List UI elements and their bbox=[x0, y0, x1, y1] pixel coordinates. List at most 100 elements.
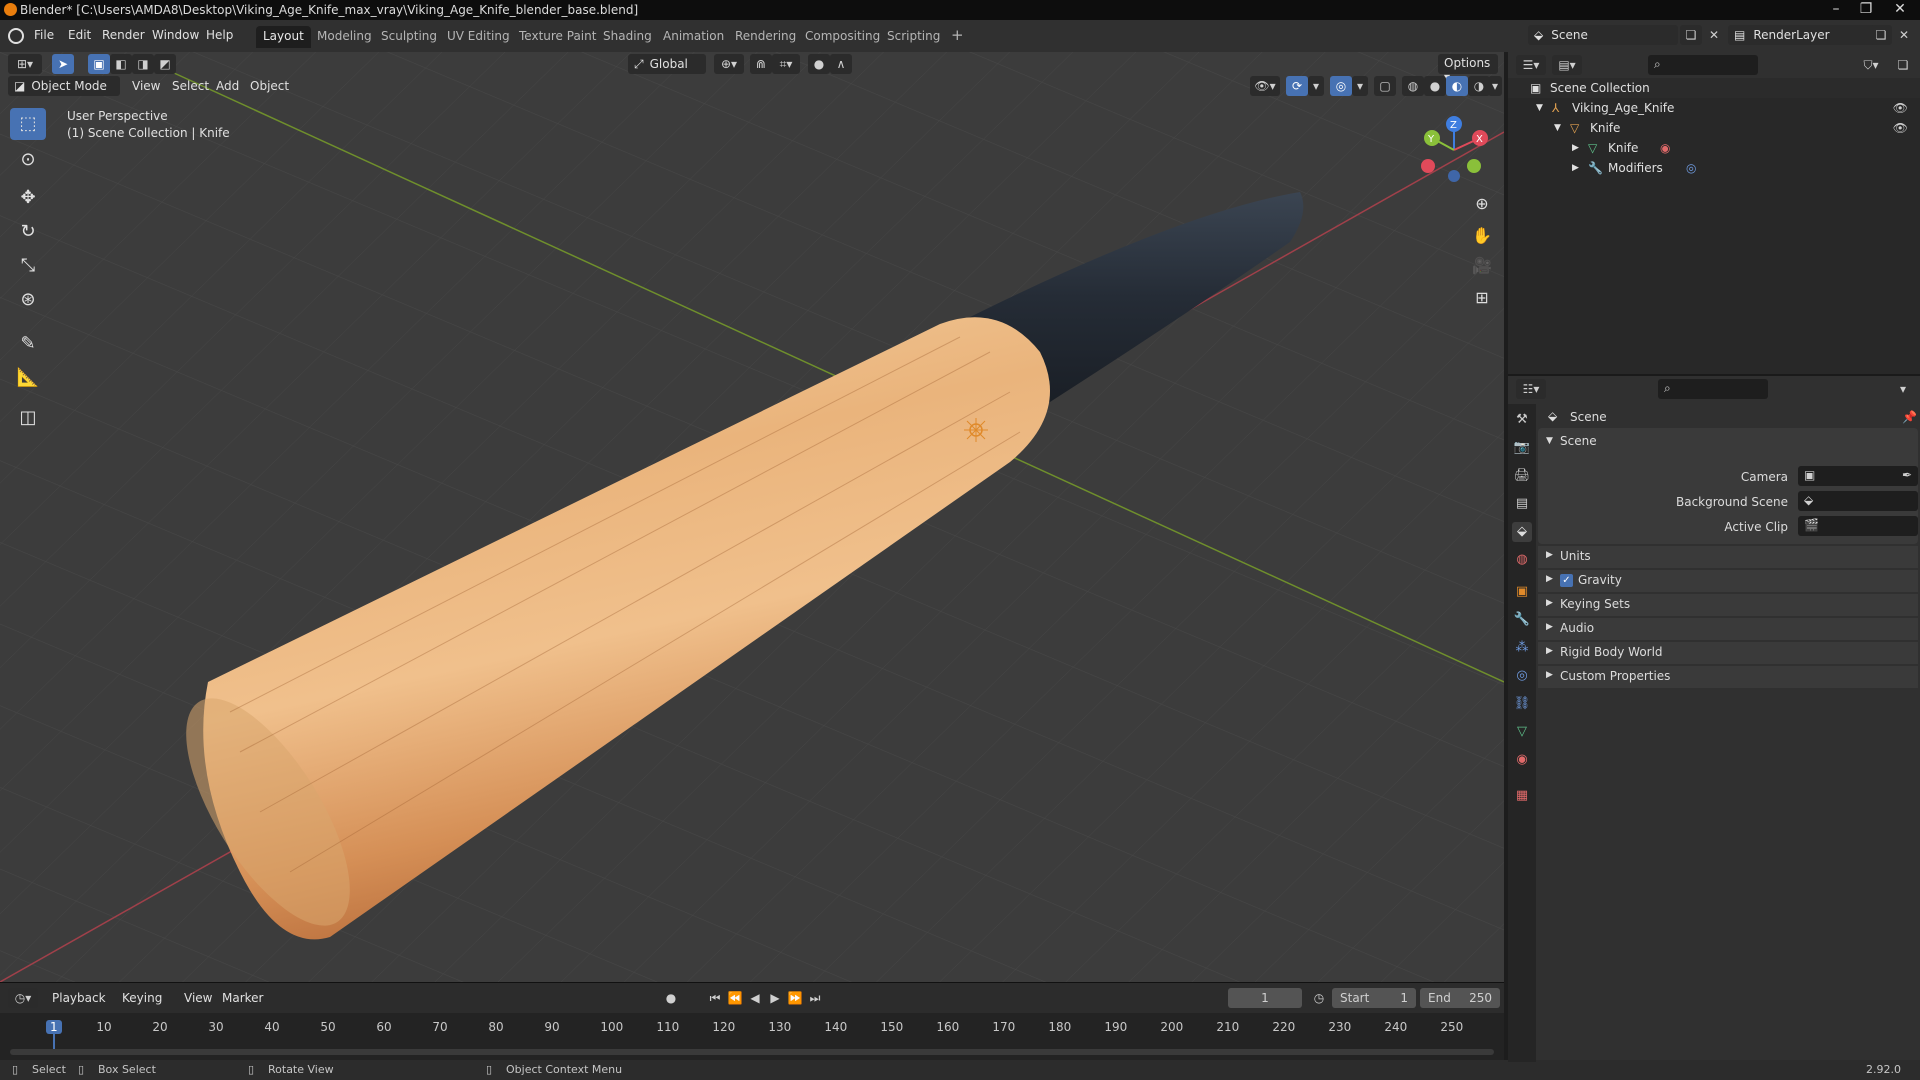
rendered-shading-icon[interactable]: ◑ bbox=[1468, 76, 1490, 96]
viewport-menu-add[interactable]: Add bbox=[216, 79, 239, 93]
panel-expand-icon[interactable]: ▶ bbox=[1546, 598, 1553, 608]
zoom-icon[interactable]: ⊕ bbox=[1468, 190, 1496, 218]
expand-toggle-icon[interactable]: ▼ bbox=[1554, 123, 1561, 133]
viewport-menu-view[interactable]: View bbox=[132, 79, 160, 93]
tool-rotate-icon[interactable]: ↻ bbox=[10, 216, 46, 248]
tab-world-icon[interactable]: ◍ bbox=[1512, 550, 1532, 570]
panel-collapse-icon[interactable]: ▼ bbox=[1546, 436, 1553, 446]
shading-dropdown-icon[interactable]: ▾ bbox=[1488, 76, 1502, 96]
scene-selector[interactable]: ⬙ Scene bbox=[1528, 25, 1678, 45]
tab-layout[interactable]: Layout bbox=[256, 26, 311, 48]
ortho-toggle-icon[interactable]: ⊞ bbox=[1468, 284, 1496, 312]
tab-modifiers-icon[interactable]: 🔧 bbox=[1512, 610, 1532, 630]
tool-scale-icon[interactable]: ⤡ bbox=[10, 250, 46, 282]
panel-expand-icon[interactable]: ▶ bbox=[1546, 622, 1553, 632]
tool-add-cube-icon[interactable]: ◫ bbox=[10, 402, 46, 434]
camera-view-icon[interactable]: 🎥 bbox=[1468, 252, 1496, 280]
properties-search-input[interactable]: ⌕ bbox=[1658, 379, 1768, 399]
eyedropper-icon[interactable]: ✒ bbox=[1902, 468, 1912, 482]
falloff-icon[interactable]: ∧ bbox=[830, 54, 852, 74]
viewport-menu-select[interactable]: Select bbox=[172, 79, 209, 93]
panel-expand-icon[interactable]: ▶ bbox=[1546, 574, 1553, 584]
display-mode-icon[interactable]: ▤▾ bbox=[1552, 55, 1582, 75]
outliner-row-viking-age-knife[interactable]: ▼ ⅄ Viking_Age_Knife 👁 bbox=[1508, 98, 1920, 118]
overlay-dropdown-icon[interactable]: ▾ bbox=[1352, 76, 1368, 96]
panel-expand-icon[interactable]: ▶ bbox=[1546, 550, 1553, 560]
timeline-editor[interactable]: ◷▾ Playback Keying View Marker ● ⏮ ⏪ ◀ ▶… bbox=[0, 982, 1504, 1060]
gizmo-toggle-icon[interactable]: ⟳ bbox=[1286, 76, 1308, 96]
tab-compositing[interactable]: Compositing bbox=[798, 26, 887, 48]
tab-scripting[interactable]: Scripting bbox=[880, 26, 947, 48]
tab-tool-icon[interactable]: ⚒ bbox=[1512, 410, 1532, 430]
solid-shading-icon[interactable]: ● bbox=[1424, 76, 1446, 96]
new-view-layer-icon[interactable]: ❏ bbox=[1870, 25, 1892, 45]
menu-edit[interactable]: Edit bbox=[68, 28, 91, 42]
tab-animation[interactable]: Animation bbox=[656, 26, 731, 48]
outliner-editor[interactable]: ☰▾ ▤▾ ⌕ ⛉▾ ❏ ▣ Scene Collection ▼ ⅄ Viki… bbox=[1508, 52, 1920, 374]
gizmo-dropdown-icon[interactable]: ▾ bbox=[1308, 76, 1324, 96]
rigid-body-world-panel[interactable]: ▶ Rigid Body World bbox=[1538, 642, 1918, 664]
panel-expand-icon[interactable]: ▶ bbox=[1546, 670, 1553, 680]
visibility-filter-icon[interactable]: 👁▾ bbox=[1250, 76, 1280, 96]
snap-icon[interactable]: ⋒ bbox=[750, 54, 772, 74]
tab-data-icon[interactable]: ▽ bbox=[1512, 722, 1532, 742]
tool-cursor-icon[interactable]: ⊙ bbox=[10, 144, 46, 176]
new-collection-icon[interactable]: ❏ bbox=[1892, 55, 1914, 75]
pin-icon[interactable]: 📌 bbox=[1902, 410, 1917, 424]
editor-type-icon[interactable]: ⊞▾ bbox=[8, 54, 42, 74]
delete-scene-icon[interactable]: ✕ bbox=[1703, 25, 1725, 45]
audio-panel[interactable]: ▶ Audio bbox=[1538, 618, 1918, 640]
blender-menu-icon[interactable] bbox=[8, 28, 24, 44]
delete-view-layer-icon[interactable]: ✕ bbox=[1893, 25, 1915, 45]
tab-rendering[interactable]: Rendering bbox=[728, 26, 803, 48]
playhead-frame-label[interactable]: 1 bbox=[46, 1020, 62, 1034]
restore-button[interactable]: ❐ bbox=[1852, 0, 1880, 18]
tool-move-icon[interactable]: ✥ bbox=[10, 182, 46, 214]
expand-toggle-icon[interactable]: ▼ bbox=[1536, 103, 1543, 113]
view-layer-selector[interactable]: ▤ RenderLayer bbox=[1728, 25, 1878, 45]
menu-render[interactable]: Render bbox=[102, 28, 145, 42]
tab-physics-icon[interactable]: ◎ bbox=[1512, 666, 1532, 686]
tab-output-icon[interactable]: 🖨 bbox=[1512, 466, 1532, 486]
panel-expand-icon[interactable]: ▶ bbox=[1546, 646, 1553, 656]
menu-window[interactable]: Window bbox=[152, 28, 199, 42]
overlay-toggle-icon[interactable]: ◎ bbox=[1330, 76, 1352, 96]
outliner-filter-icon[interactable]: ⛉▾ bbox=[1856, 55, 1886, 75]
3d-viewport[interactable]: ⊞▾ ➤ ▣ ◧ ◨ ◩ ⤢ Global ⊕▾ ⋒ ⌗▾ ● ∧ Option… bbox=[0, 52, 1504, 982]
minimize-button[interactable]: – bbox=[1822, 0, 1850, 18]
background-scene-field[interactable]: ⬙ bbox=[1798, 491, 1918, 511]
visibility-eye-icon[interactable]: 👁 bbox=[1893, 121, 1908, 135]
xray-toggle-icon[interactable]: ▢ bbox=[1374, 76, 1396, 96]
transform-orientation-dropdown[interactable]: ⤢ Global bbox=[628, 54, 706, 74]
select-mode-subtract-icon[interactable]: ◨ bbox=[132, 54, 154, 74]
visibility-eye-icon[interactable]: 👁 bbox=[1893, 101, 1908, 115]
object-mode-dropdown[interactable]: ◪ Object Mode bbox=[8, 76, 120, 96]
camera-field[interactable]: ▣ ✒ bbox=[1798, 466, 1918, 486]
tab-material-icon[interactable]: ◉ bbox=[1512, 750, 1532, 770]
snap-target-icon[interactable]: ⌗▾ bbox=[772, 54, 800, 74]
add-workspace-button[interactable]: + bbox=[944, 23, 971, 45]
outliner-search-input[interactable]: ⌕ bbox=[1648, 55, 1758, 75]
pan-hand-icon[interactable]: ✋ bbox=[1468, 222, 1496, 250]
tab-texture-icon[interactable]: ▦ bbox=[1512, 786, 1532, 806]
menu-help[interactable]: Help bbox=[206, 28, 233, 42]
select-mode-invert-icon[interactable]: ◩ bbox=[154, 54, 176, 74]
tab-scene-icon[interactable]: ⬙ bbox=[1512, 522, 1532, 542]
pivot-point-icon[interactable]: ⊕▾ bbox=[714, 54, 744, 74]
active-clip-field[interactable]: 🎬 bbox=[1798, 516, 1918, 536]
keying-sets-panel[interactable]: ▶ Keying Sets bbox=[1538, 594, 1918, 616]
tab-render-icon[interactable]: 📷 bbox=[1512, 438, 1532, 458]
outliner-row-knife-mesh[interactable]: ▶ ▽ Knife ◉ bbox=[1508, 138, 1920, 158]
tab-uv-editing[interactable]: UV Editing bbox=[440, 26, 517, 48]
tab-view-layer-icon[interactable]: ▤ bbox=[1512, 494, 1532, 514]
close-window-button[interactable]: ✕ bbox=[1882, 0, 1918, 18]
tab-texture-paint[interactable]: Texture Paint bbox=[512, 26, 603, 48]
gravity-panel[interactable]: ▶ ✓ Gravity bbox=[1538, 570, 1918, 592]
tab-constraints-icon[interactable]: ⛓ bbox=[1512, 694, 1532, 714]
gravity-checkbox[interactable]: ✓ bbox=[1560, 574, 1573, 587]
units-panel[interactable]: ▶ Units bbox=[1538, 546, 1918, 568]
properties-editor[interactable]: ☷▾ ⌕ ▾ ⚒ 📷 🖨 ▤ ⬙ ◍ ▣ 🔧 ⁂ ◎ ⛓ ▽ ◉ ▦ ⬙ Sce… bbox=[1508, 374, 1920, 1062]
select-mode-new-icon[interactable]: ▣ bbox=[88, 54, 110, 74]
tool-select-box-icon[interactable]: ⬚ bbox=[10, 108, 46, 140]
proportional-edit-icon[interactable]: ● bbox=[808, 54, 830, 74]
